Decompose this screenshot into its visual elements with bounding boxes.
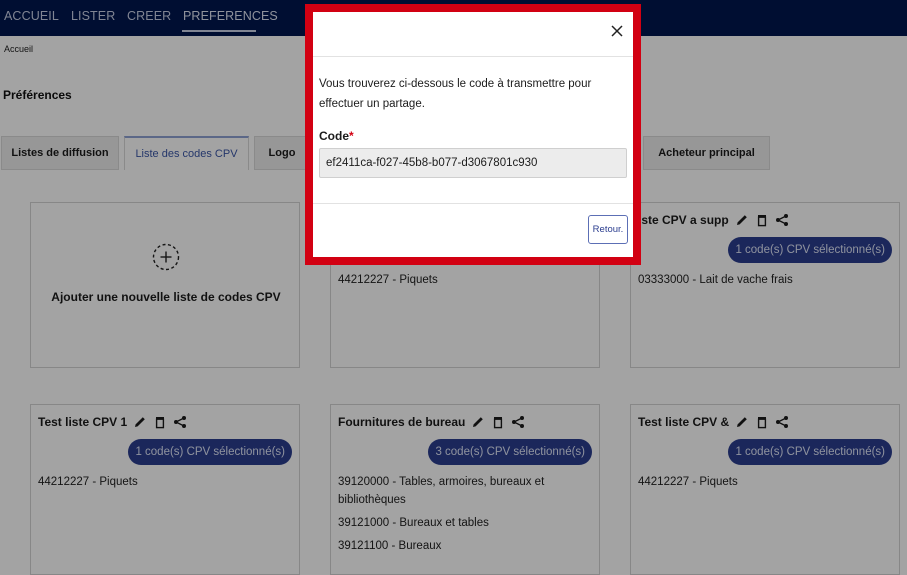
close-icon[interactable] — [609, 23, 625, 39]
share-code-field[interactable] — [319, 148, 627, 178]
modal-divider — [313, 203, 633, 204]
share-code-modal: Vous trouverez ci-dessous le code à tran… — [305, 4, 641, 265]
back-button[interactable]: Retour. — [588, 215, 628, 244]
code-field-label: Code* — [319, 129, 354, 143]
required-mark: * — [349, 129, 354, 143]
modal-message: Vous trouverez ci-dessous le code à tran… — [319, 78, 592, 110]
code-label-text: Code — [319, 129, 349, 143]
modal-divider — [313, 56, 633, 57]
